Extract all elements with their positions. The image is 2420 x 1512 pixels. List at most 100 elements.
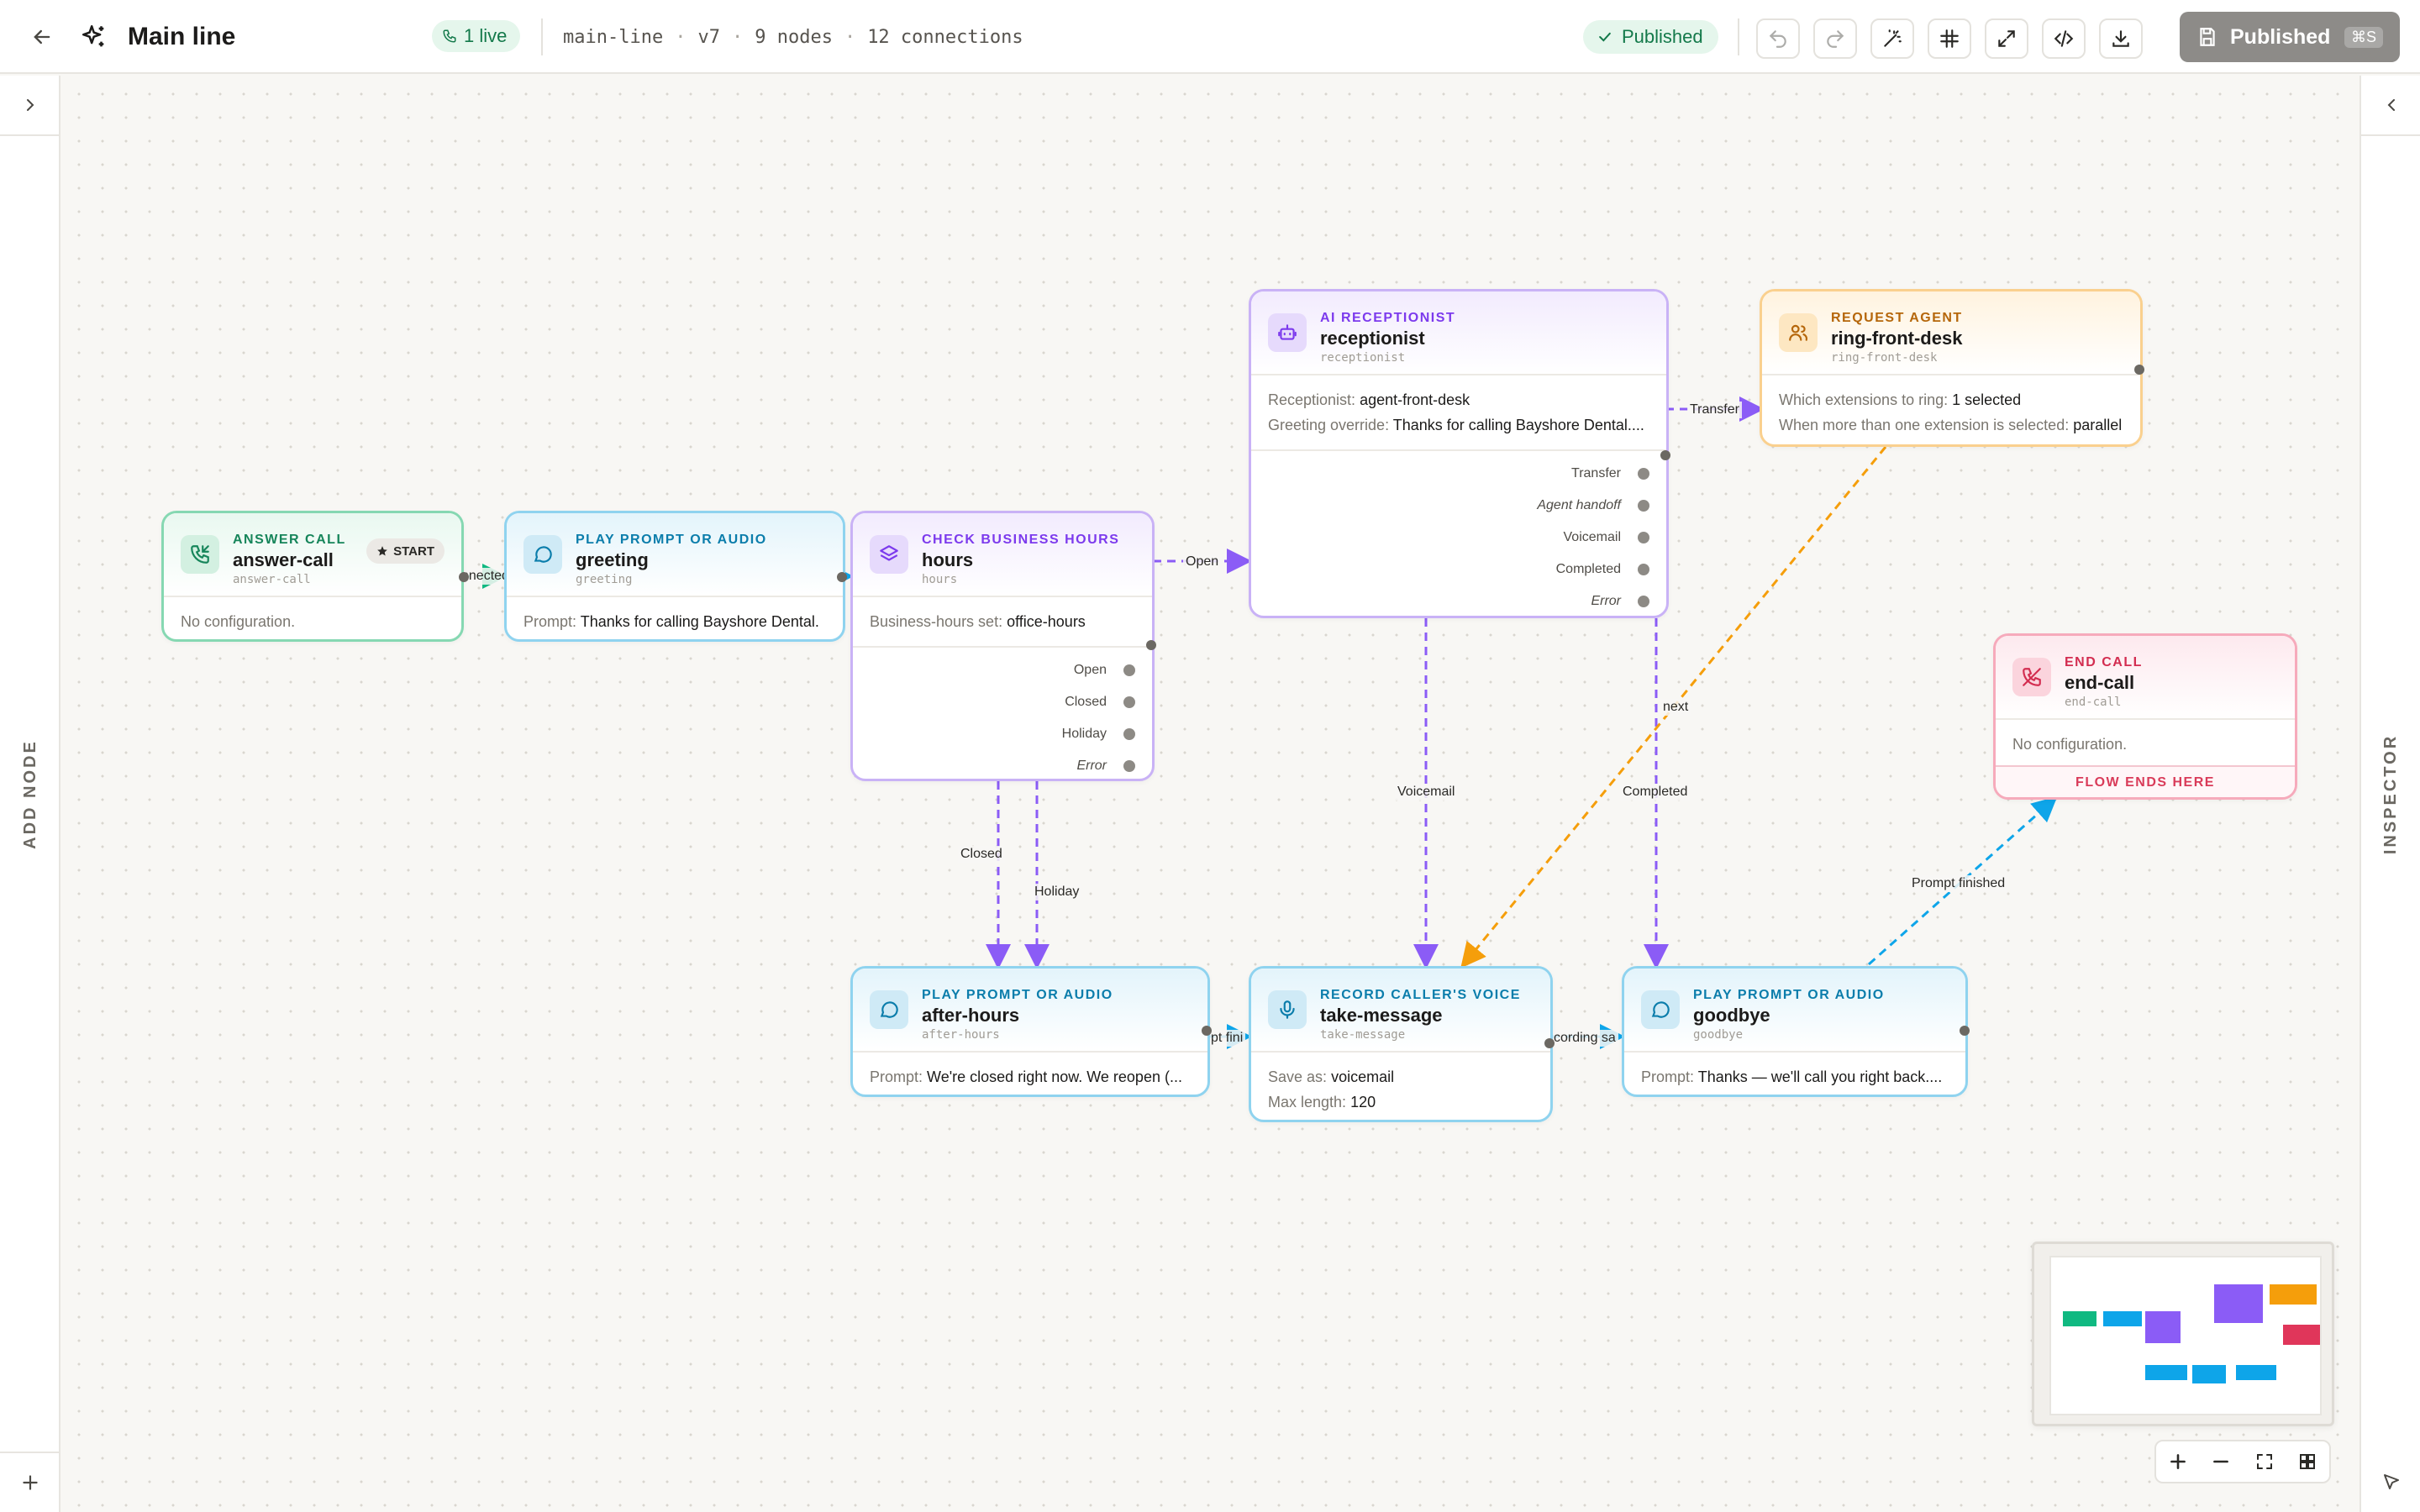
node-config: Prompt: Thanks for calling Bayshore Dent…: [507, 596, 843, 639]
node-config: No configuration.: [164, 596, 461, 639]
back-button[interactable]: [25, 20, 59, 54]
magic-wand-icon: [1884, 29, 1902, 47]
output-handle[interactable]: [1660, 450, 1670, 460]
node-header: REQUEST AGENT ring-front-desk ring-front…: [1762, 291, 2140, 374]
node-name: answer-call: [233, 549, 334, 570]
node-answer-call[interactable]: ANSWER CALL answer-call answer-call STAR…: [161, 511, 464, 642]
config-value: 1 selected: [1952, 391, 2022, 408]
node-id: ring-front-desk: [1831, 351, 1938, 365]
live-count: 1 live: [464, 25, 508, 46]
node-goodbye[interactable]: PLAY PROMPT OR AUDIO goodbye goodbye Pro…: [1622, 966, 1968, 1097]
output-label: Open: [1073, 663, 1107, 677]
redo-button[interactable]: [1813, 18, 1857, 59]
inspector-rail: INSPECTOR: [2360, 76, 2420, 1512]
output-handle[interactable]: [1638, 596, 1649, 607]
add-node-button[interactable]: [0, 1452, 60, 1512]
output-agent-handoff[interactable]: Agent handoff: [1268, 490, 1649, 522]
output-handle[interactable]: [459, 572, 469, 582]
fullscreen-icon: [2256, 1454, 2272, 1469]
config-key: Prompt:: [523, 613, 577, 630]
minimap-node: [2283, 1325, 2320, 1345]
config-row: Prompt: We're closed right now. We reope…: [870, 1064, 1191, 1089]
fit-screen-button[interactable]: [2243, 1441, 2286, 1482]
zoom-in-button[interactable]: [2156, 1441, 2200, 1482]
node-type-label: AI RECEPTIONIST: [1320, 311, 1456, 325]
edge-label-prompt-finished-clipped: pt fini: [1208, 1030, 1246, 1047]
node-take-message[interactable]: RECORD CALLER'S VOICE take-message take-…: [1249, 966, 1553, 1122]
output-handle[interactable]: [1123, 664, 1135, 676]
output-holiday[interactable]: Holiday: [870, 718, 1135, 750]
node-outputs: Open Closed Holiday Error: [853, 646, 1152, 779]
output-error[interactable]: Error: [1268, 585, 1649, 616]
node-name: receptionist: [1320, 328, 1425, 349]
output-handle[interactable]: [1638, 468, 1649, 480]
zoom-out-button[interactable]: [2200, 1441, 2244, 1482]
output-error[interactable]: Error: [870, 750, 1135, 779]
output-transfer[interactable]: Transfer: [1268, 458, 1649, 490]
node-header: PLAY PROMPT OR AUDIO after-hours after-h…: [853, 969, 1207, 1051]
redo-icon: [1827, 30, 1844, 48]
output-handle[interactable]: [1123, 728, 1135, 740]
undo-button[interactable]: [1756, 18, 1800, 59]
edge-label-completed: Completed: [1620, 784, 1691, 801]
config-row: Greeting override: Thanks for calling Ba…: [1268, 412, 1649, 438]
minimap-node: [2214, 1284, 2263, 1323]
node-header: END CALL end-call end-call: [1996, 636, 2295, 718]
minimap-viewport[interactable]: [2049, 1256, 2322, 1415]
node-id: answer-call: [233, 573, 311, 586]
node-hours[interactable]: CHECK BUSINESS HOURS hours hours Busines…: [850, 511, 1155, 781]
add-node-toggle[interactable]: ADD NODE: [0, 76, 60, 1512]
node-type-label: ANSWER CALL: [233, 533, 346, 547]
output-label: Holiday: [1061, 727, 1107, 741]
phone-incoming-icon: [181, 535, 219, 574]
node-name: after-hours: [922, 1005, 1020, 1026]
node-greeting[interactable]: PLAY PROMPT OR AUDIO greeting greeting P…: [504, 511, 845, 642]
output-handle[interactable]: [1638, 500, 1649, 512]
node-after-hours[interactable]: PLAY PROMPT OR AUDIO after-hours after-h…: [850, 966, 1210, 1097]
toggle-minimap-button[interactable]: [2286, 1441, 2330, 1482]
node-id: end-call: [2065, 696, 2122, 709]
output-handle[interactable]: [1544, 1038, 1555, 1048]
separator: ·: [675, 26, 687, 48]
auto-layout-button[interactable]: [1870, 18, 1914, 59]
output-handle[interactable]: [1202, 1026, 1212, 1036]
node-end-call[interactable]: END CALL end-call end-call No configurat…: [1993, 633, 2297, 800]
edge-label-transfer: Transfer: [1687, 402, 1742, 418]
live-status-pill[interactable]: 1 live: [432, 20, 521, 52]
inspector-toggle[interactable]: INSPECTOR: [2361, 76, 2420, 1512]
output-handle[interactable]: [1123, 760, 1135, 772]
node-receptionist[interactable]: AI RECEPTIONIST receptionist receptionis…: [1249, 289, 1669, 618]
phone-icon: [443, 29, 456, 43]
output-handle[interactable]: [1638, 564, 1649, 575]
output-handle[interactable]: [1960, 1026, 1970, 1036]
export-button[interactable]: [2099, 18, 2143, 59]
minimap[interactable]: [2032, 1242, 2334, 1426]
config-key: Business-hours set:: [870, 613, 1003, 630]
output-handle[interactable]: [1123, 696, 1135, 708]
view-code-button[interactable]: [2042, 18, 2086, 59]
output-handle[interactable]: [1638, 532, 1649, 543]
expand-left-panel-button[interactable]: [0, 76, 60, 136]
node-type-label: REQUEST AGENT: [1831, 311, 1963, 325]
config-row: Prompt: Thanks for calling Bayshore Dent…: [523, 609, 826, 634]
top-bar: Main line 1 live main-line · v7 · 9 node…: [0, 0, 2420, 74]
output-handle[interactable]: [1146, 640, 1156, 650]
output-voicemail[interactable]: Voicemail: [1268, 522, 1649, 554]
output-closed[interactable]: Closed: [870, 686, 1135, 718]
output-open[interactable]: Open: [870, 654, 1135, 686]
node-config: Which extensions to ring: 1 selected Whe…: [1762, 374, 2140, 444]
grid-toggle-button[interactable]: [1928, 18, 1971, 59]
output-completed[interactable]: Completed: [1268, 554, 1649, 585]
output-handle[interactable]: [2134, 365, 2144, 375]
node-count: 9 nodes: [755, 26, 833, 48]
fit-view-button[interactable]: [1985, 18, 2028, 59]
output-handle[interactable]: [837, 572, 847, 582]
expand-inspector-button[interactable]: [2361, 76, 2420, 136]
minimap-node: [2270, 1284, 2317, 1305]
config-key: Prompt:: [1641, 1068, 1695, 1085]
send-button[interactable]: [2361, 1452, 2420, 1512]
node-ring-front-desk[interactable]: REQUEST AGENT ring-front-desk ring-front…: [1760, 289, 2143, 447]
node-name: take-message: [1320, 1005, 1443, 1026]
publish-button[interactable]: Published ⌘S: [2180, 12, 2400, 62]
config-row: Which extensions to ring: 1 selected: [1779, 387, 2123, 412]
